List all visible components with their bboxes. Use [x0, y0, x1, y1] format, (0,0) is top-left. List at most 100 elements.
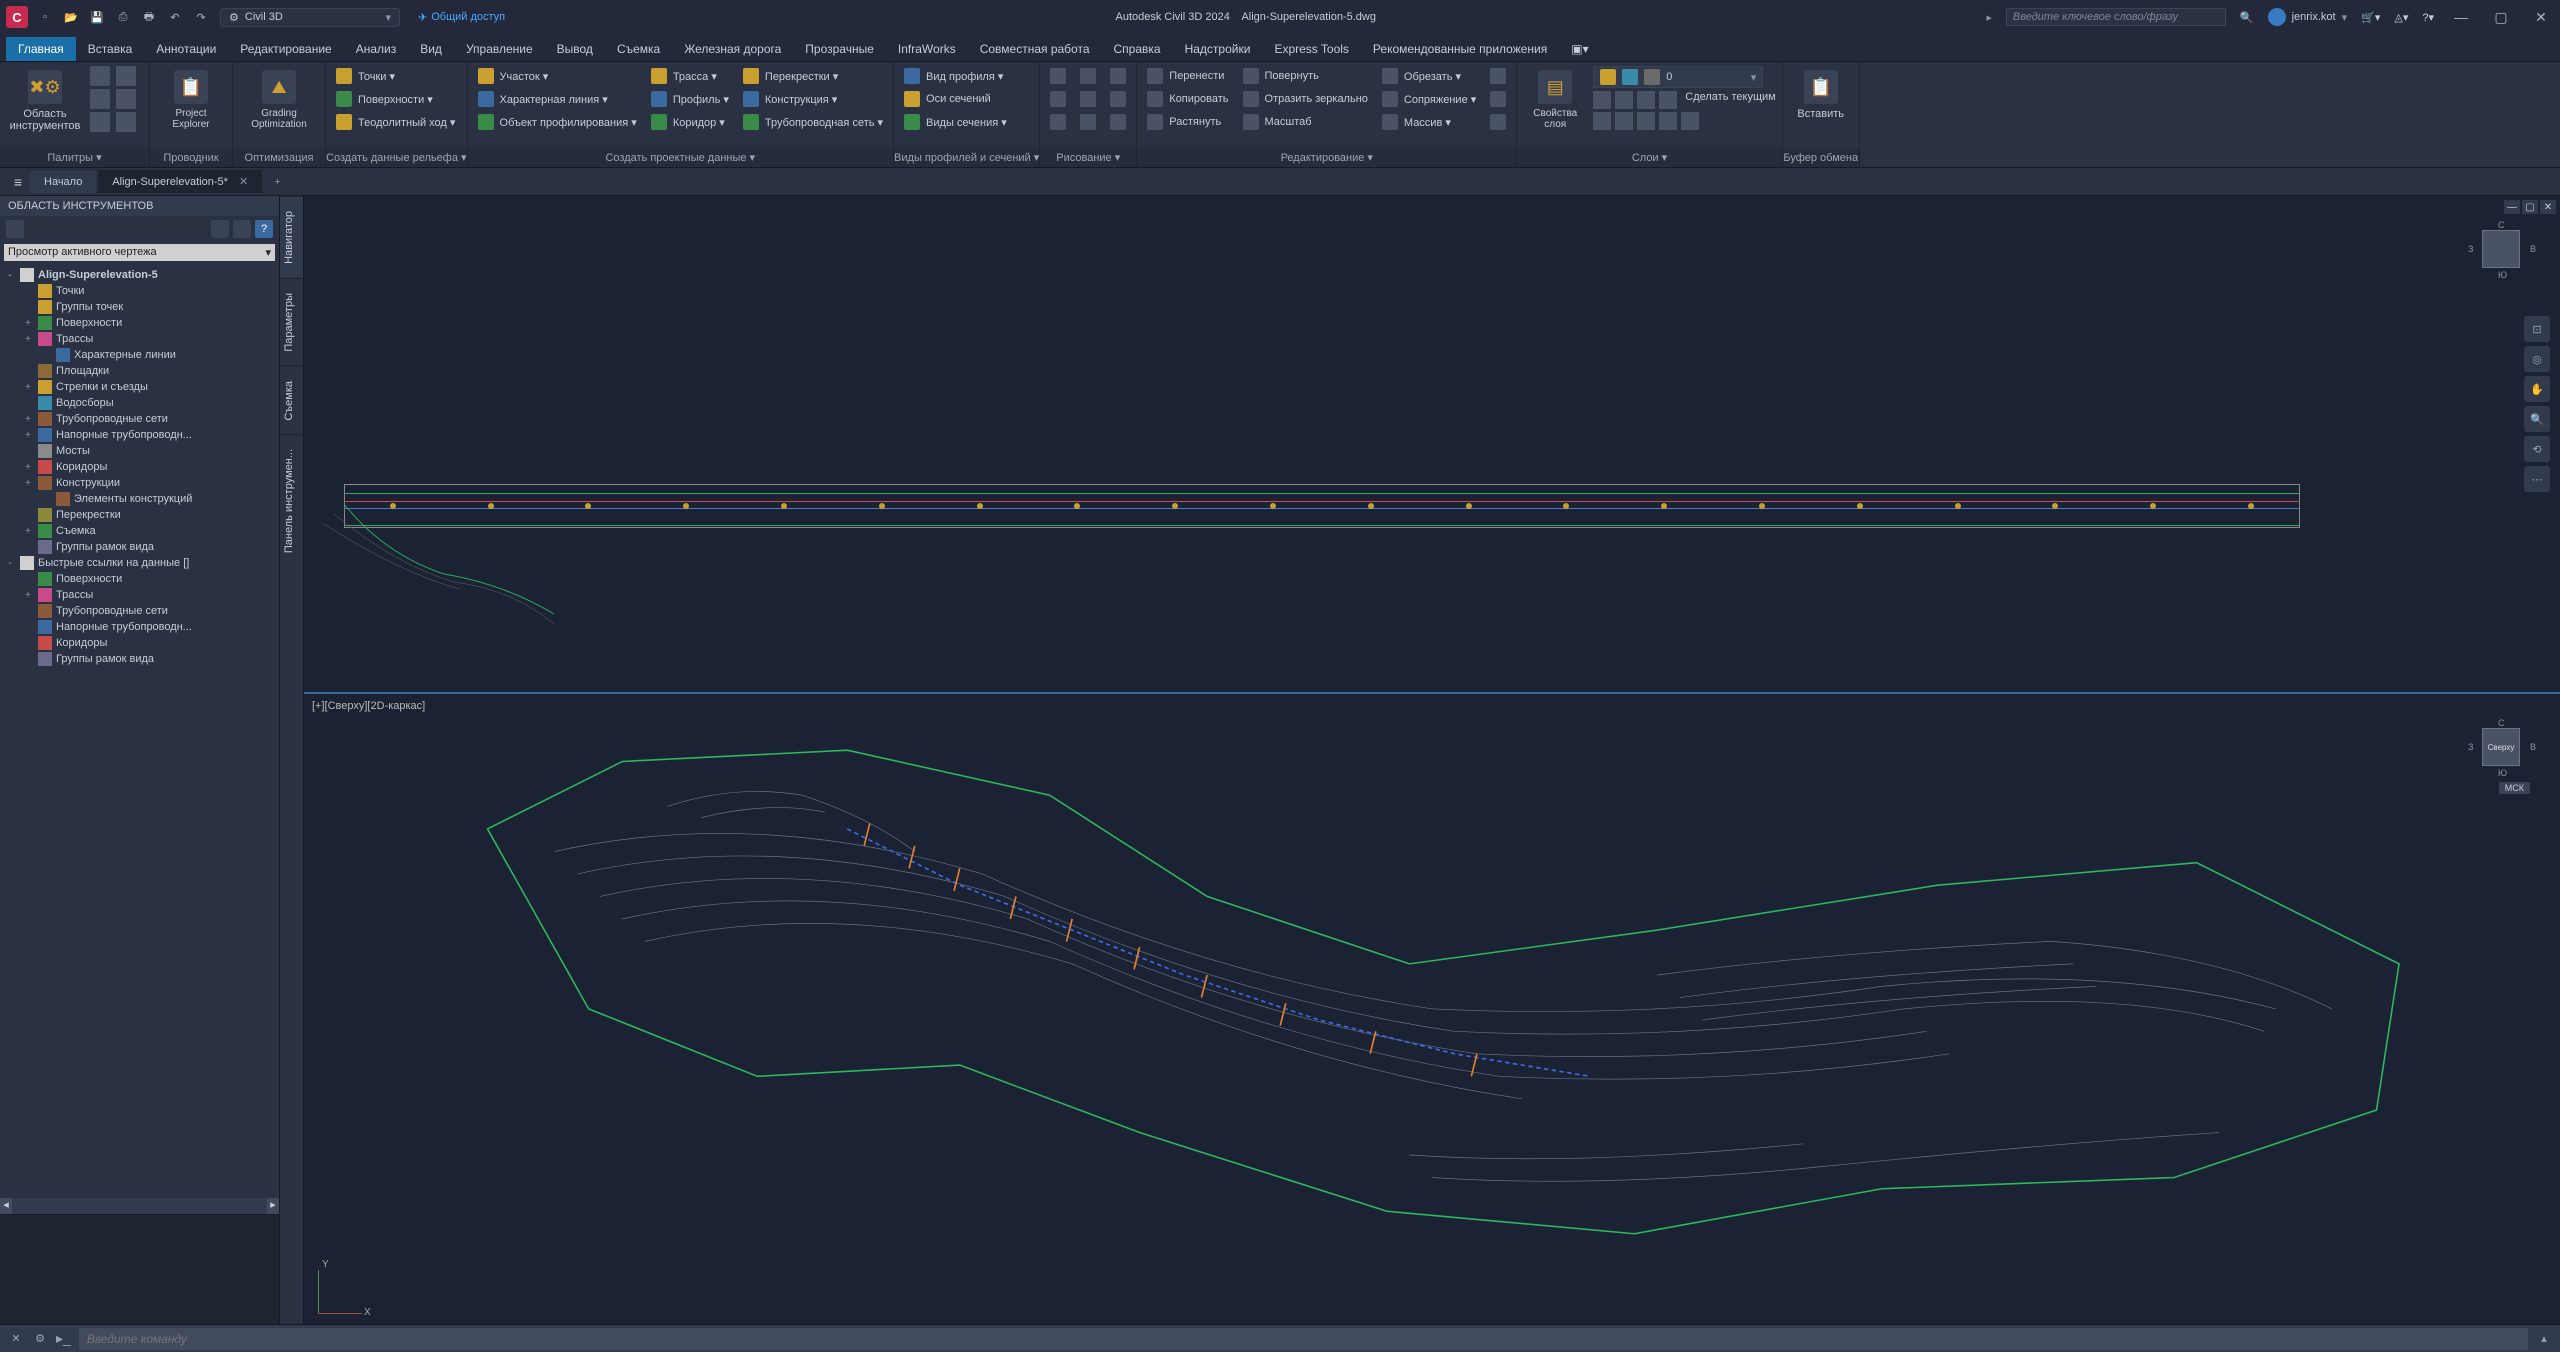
sectionviews-button[interactable]: Виды сечения ▾ [900, 112, 1011, 132]
layer-combo[interactable]: 0 ▾ [1593, 66, 1763, 88]
pipenetwork-button[interactable]: Трубопроводная сеть ▾ [739, 112, 887, 132]
ts-btn-1[interactable] [6, 220, 24, 238]
tree-node[interactable]: Напорные трубопроводн... [0, 619, 279, 635]
ribbon-tab-rail[interactable]: Железная дорога [672, 37, 793, 61]
layer-btn-2[interactable] [1615, 91, 1633, 109]
viewcube-top[interactable]: С Ю З В [2474, 222, 2530, 278]
panel-title-layers[interactable]: Слои ▾ [1517, 148, 1781, 167]
help-icon[interactable]: ?▾ [2422, 11, 2434, 24]
tree-node[interactable]: +Съемка [0, 523, 279, 539]
ribbon-tab-home[interactable]: Главная [6, 37, 76, 61]
tree-node[interactable]: Элементы конструкций [0, 491, 279, 507]
vp-min-icon[interactable]: — [2504, 200, 2520, 214]
tree-node[interactable]: +Напорные трубопроводн... [0, 427, 279, 443]
tree-node[interactable]: +Трассы [0, 587, 279, 603]
panel-title-ground-data[interactable]: Создать данные рельефа ▾ [326, 148, 467, 167]
ribbon-tab-annotate[interactable]: Аннотации [144, 37, 228, 61]
redo-icon[interactable]: ↷ [192, 8, 210, 26]
trim-button[interactable]: Обрезать ▾ [1378, 66, 1480, 86]
open-icon[interactable]: 📂 [62, 8, 80, 26]
mod-extra-2[interactable] [1486, 89, 1510, 109]
tree-node[interactable]: Группы точек [0, 299, 279, 315]
new-icon[interactable]: ▫ [36, 8, 54, 26]
tree-node[interactable]: Коридоры [0, 635, 279, 651]
expand-icon[interactable]: + [22, 478, 34, 489]
layer-btn-3[interactable] [1637, 91, 1655, 109]
cart-icon[interactable]: 🛒▾ [2361, 11, 2380, 24]
grading-opt-button[interactable]: ⛰ Grading Optimization [239, 66, 319, 130]
cmd-close-icon[interactable]: ✕ [8, 1331, 24, 1347]
tree-node[interactable]: -Align-Superelevation-5 [0, 267, 279, 283]
cmd-expand-icon[interactable]: ▴ [2536, 1331, 2552, 1347]
ribbon-tab-view[interactable]: Вид [408, 37, 454, 61]
panel-title-design-data[interactable]: Создать проектные данные ▾ [468, 148, 894, 167]
tree-node[interactable]: +Стрелки и съезды [0, 379, 279, 395]
ribbon-tab-modify[interactable]: Редактирование [228, 37, 343, 61]
draw-polyline[interactable] [1046, 89, 1070, 109]
tree-node[interactable]: Группы рамок вида [0, 539, 279, 555]
draw-rect[interactable] [1076, 89, 1100, 109]
ts-btn-help[interactable]: ? [255, 220, 273, 238]
array-button[interactable]: Массив ▾ [1378, 112, 1480, 132]
drawing-tab[interactable]: Align-Superelevation-5* ✕ [98, 170, 262, 193]
cmd-config-icon[interactable]: ⚙ [32, 1331, 48, 1347]
ribbon-tab-transparent[interactable]: Прозрачные [793, 37, 886, 61]
layer-props-button[interactable]: ▤ Свойства слоя [1523, 66, 1587, 130]
expand-icon[interactable]: + [22, 334, 34, 345]
share-button[interactable]: ✈ Общий доступ [418, 11, 505, 24]
expand-icon[interactable]: + [22, 414, 34, 425]
palette-btn-6[interactable] [116, 112, 136, 132]
expand-icon[interactable]: + [22, 430, 34, 441]
tree-node[interactable]: Точки [0, 283, 279, 299]
tree-node[interactable]: +Коридоры [0, 459, 279, 475]
points-button[interactable]: Точки ▾ [332, 66, 459, 86]
tree-node[interactable]: Поверхности [0, 571, 279, 587]
draw-circle[interactable] [1046, 112, 1070, 132]
surfaces-button[interactable]: Поверхности ▾ [332, 89, 459, 109]
toolspace-button[interactable]: ✖⚙ Область инструментов [6, 66, 84, 132]
rotate-button[interactable]: Повернуть [1239, 66, 1372, 86]
app-icon[interactable]: C [6, 6, 28, 28]
ribbon-tab-collaborate[interactable]: Совместная работа [968, 37, 1102, 61]
samplelines-button[interactable]: Оси сечений [900, 89, 1011, 109]
nav-full[interactable]: ⊡ [2524, 316, 2550, 342]
close-button[interactable]: ✕ [2528, 9, 2554, 26]
saveas-icon[interactable]: ⎙ [114, 8, 132, 26]
panel-title-views[interactable]: Виды профилей и сечений ▾ [894, 148, 1039, 167]
palette-btn-2[interactable] [90, 89, 110, 109]
ribbon-tab-manage[interactable]: Управление [454, 37, 545, 61]
tree-node[interactable]: -Быстрые ссылки на данные [] [0, 555, 279, 571]
nav-pan[interactable]: ✋ [2524, 376, 2550, 402]
tree-node[interactable]: +Трассы [0, 331, 279, 347]
new-tab-button[interactable]: + [264, 171, 290, 193]
ribbon-tab-help[interactable]: Справка [1102, 37, 1173, 61]
draw-point[interactable] [1106, 112, 1130, 132]
project-explorer-button[interactable]: 📋 Project Explorer [156, 66, 226, 130]
palette-btn-1[interactable] [90, 66, 110, 86]
profileview-button[interactable]: Вид профиля ▾ [900, 66, 1011, 86]
command-input[interactable] [79, 1328, 2528, 1350]
app-switcher-icon[interactable]: ◬▾ [2394, 11, 2408, 24]
layer-btn-9[interactable] [1681, 112, 1699, 130]
move-button[interactable]: Перенести [1143, 66, 1232, 86]
ts-btn-3[interactable] [233, 220, 251, 238]
expand-icon[interactable]: + [22, 462, 34, 473]
assembly-button[interactable]: Конструкция ▾ [739, 89, 887, 109]
save-icon[interactable]: 💾 [88, 8, 106, 26]
expand-icon[interactable]: - [4, 270, 16, 281]
workspace-switcher[interactable]: ⚙ Civil 3D ▾ [220, 8, 400, 27]
vp-close-icon[interactable]: ✕ [2540, 200, 2556, 214]
ribbon-tab-express[interactable]: Express Tools [1262, 37, 1360, 61]
close-tab-icon[interactable]: ✕ [239, 176, 248, 188]
ribbon-tab-addins[interactable]: Надстройки [1173, 37, 1263, 61]
tree-node[interactable]: Мосты [0, 443, 279, 459]
vp-max-icon[interactable]: ▢ [2522, 200, 2538, 214]
viewport-plan[interactable]: [+][Сверху][2D-каркас] С Ю З В Сверху МС… [304, 692, 2560, 1324]
nav-zoom[interactable]: 🔍 [2524, 406, 2550, 432]
alignment-button[interactable]: Трасса ▾ [647, 66, 733, 86]
nav-showhide[interactable]: ⋯ [2524, 466, 2550, 492]
layer-btn-7[interactable] [1637, 112, 1655, 130]
expand-icon[interactable]: - [4, 558, 16, 569]
palette-btn-3[interactable] [90, 112, 110, 132]
panel-title-draw[interactable]: Рисование ▾ [1040, 148, 1136, 167]
